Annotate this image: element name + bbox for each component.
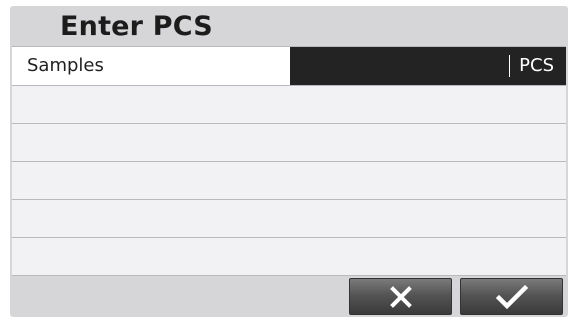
check-icon <box>495 284 528 309</box>
samples-row: Samples PCS <box>12 46 566 86</box>
dialog-title: Enter PCS <box>60 11 213 42</box>
list-row-empty-4 <box>12 200 566 238</box>
list-row-empty-1 <box>12 86 566 124</box>
samples-label: Samples <box>27 55 104 76</box>
confirm-button[interactable] <box>460 278 563 315</box>
text-cursor <box>509 55 510 77</box>
unit-label: PCS <box>519 55 554 76</box>
list-row-empty-5 <box>12 238 566 276</box>
cancel-button[interactable] <box>349 278 452 315</box>
enter-pcs-dialog: Enter PCS Samples PCS <box>10 6 568 317</box>
samples-input[interactable]: PCS <box>290 47 566 85</box>
list-row-empty-2 <box>12 124 566 162</box>
x-icon <box>389 285 412 308</box>
list-row-empty-3 <box>12 162 566 200</box>
